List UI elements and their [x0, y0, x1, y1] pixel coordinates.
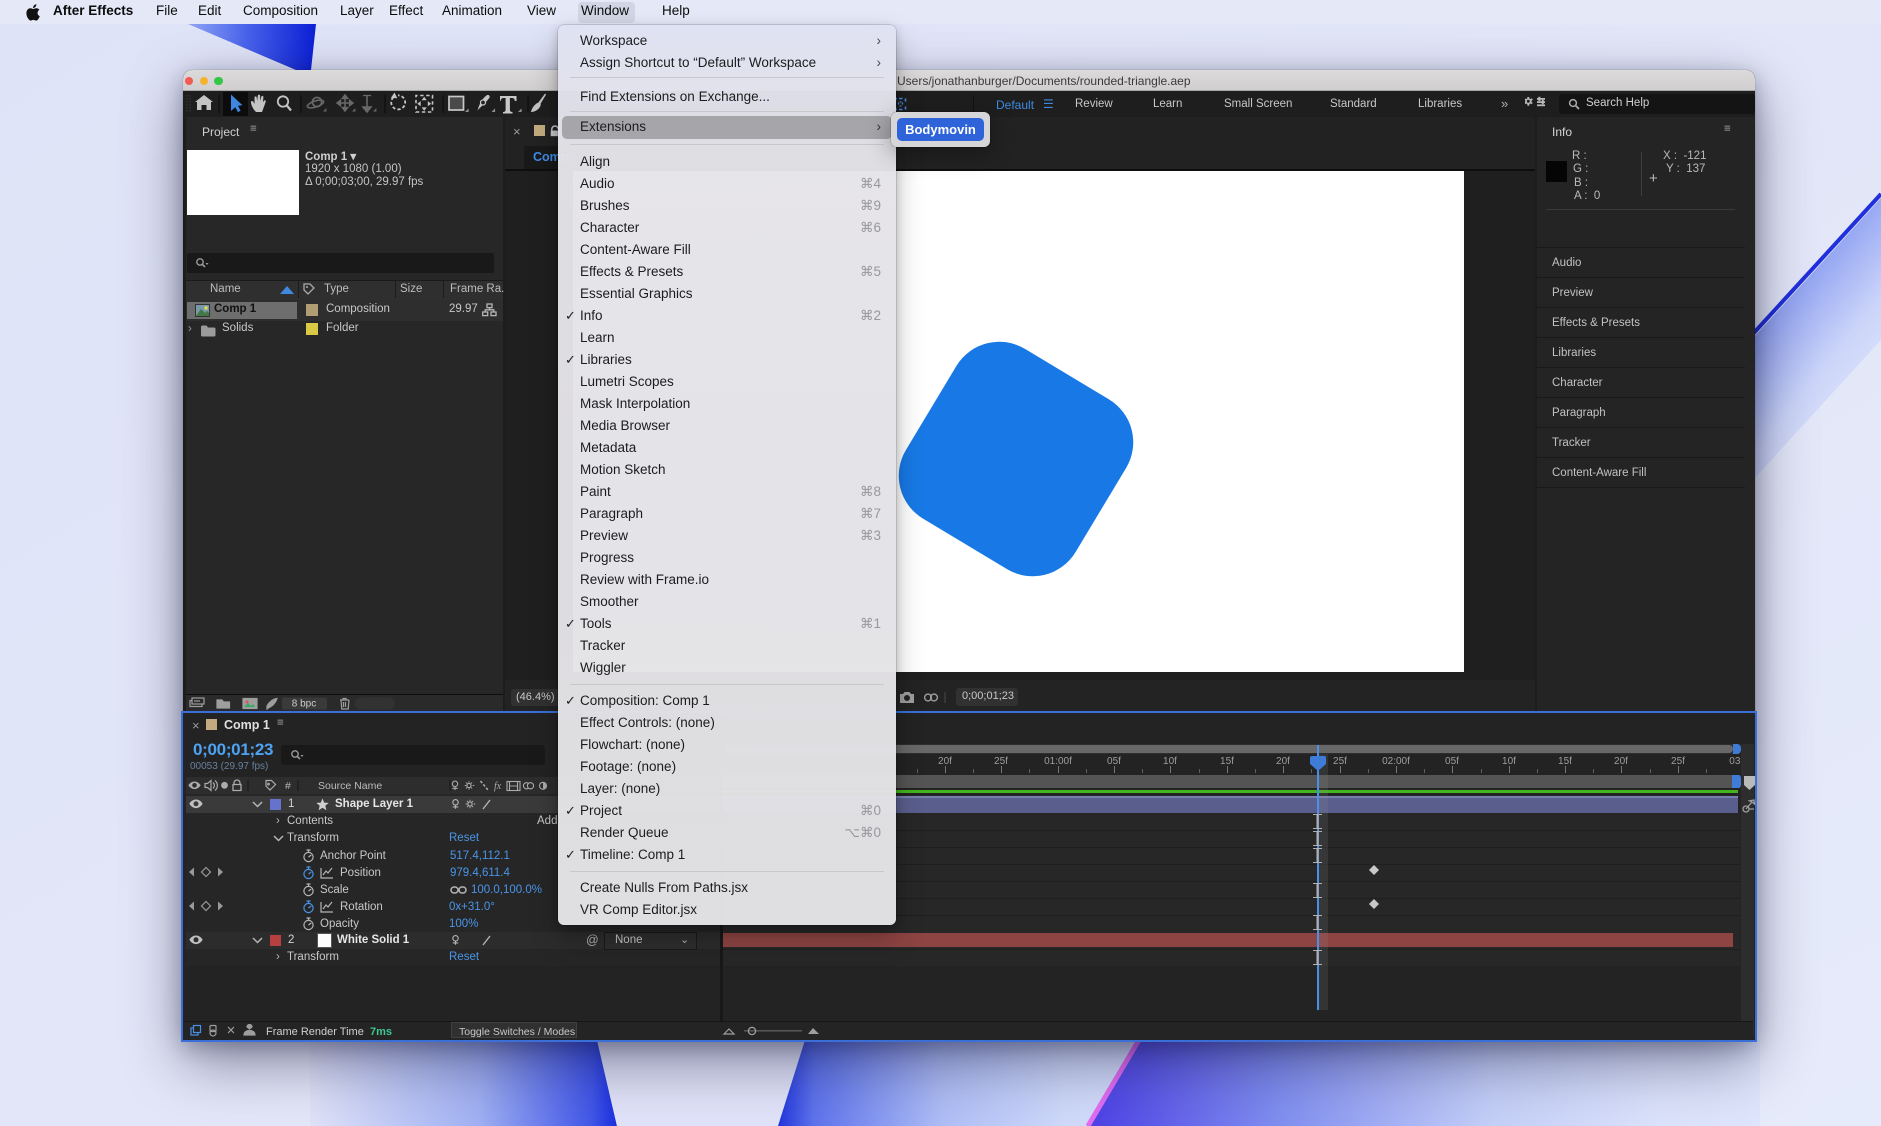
svg-text:fx: fx	[494, 781, 502, 792]
svg-text:#: #	[285, 780, 291, 792]
svg-text:Source Name: Source Name	[318, 780, 382, 792]
svg-text:8 bpc: 8 bpc	[292, 699, 316, 710]
